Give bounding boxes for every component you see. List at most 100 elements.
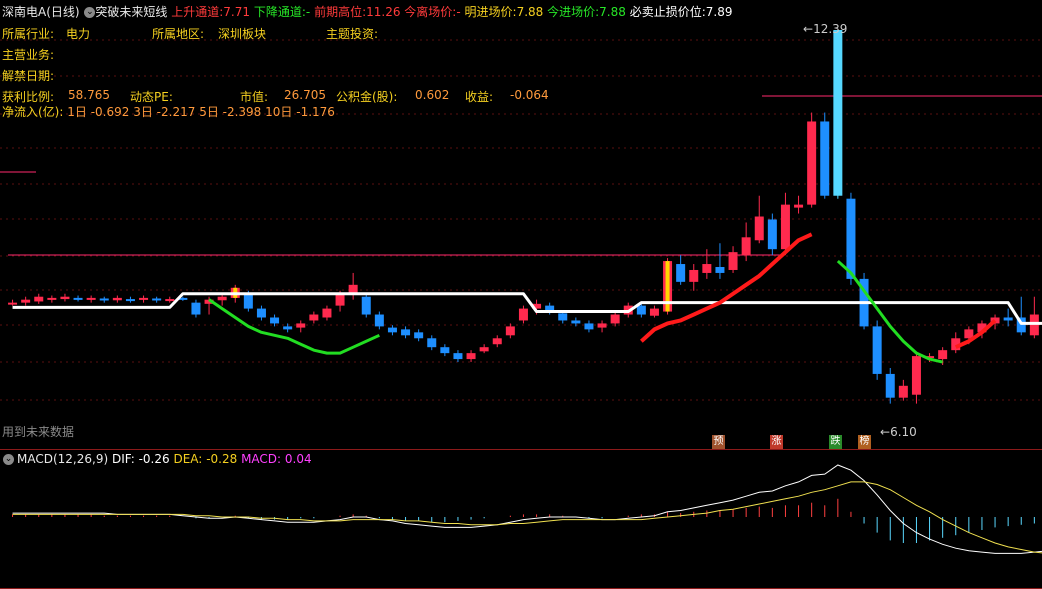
candle-body [99, 298, 109, 301]
candle-body [401, 329, 411, 336]
dea-line [12, 481, 1042, 554]
pane-divider [0, 449, 1042, 450]
industry-label: 所属行业: [2, 27, 55, 41]
candle-body [296, 323, 306, 328]
candle-body [387, 327, 397, 333]
candle-body [505, 326, 515, 336]
candle-body [8, 302, 18, 305]
indicator-lines [12, 232, 1042, 364]
macd-label: MACD: [241, 452, 282, 466]
candle-body [86, 297, 96, 300]
candle-body [21, 299, 31, 303]
stop-loss-value: 7.89 [705, 5, 733, 19]
macd-title[interactable]: MACD(12,26,9) [17, 452, 108, 466]
today-exit-label: 今离场价: [404, 5, 457, 19]
reserve-value: 0.602 [415, 88, 450, 102]
candle-body [309, 314, 319, 321]
dif-line [12, 464, 1042, 554]
candle-body [335, 293, 345, 306]
candle-body [217, 296, 227, 301]
candle-body [34, 296, 44, 302]
signal-rank: 榜 [858, 435, 871, 449]
candle-body [1003, 317, 1013, 321]
inflow-10d: 10日 -1.176 [265, 105, 335, 119]
info-row-inflow: 净流入(亿): 1日 -0.692 3日 -2.217 5日 -2.398 10… [2, 103, 335, 120]
up-channel-label: 上升通道: [171, 5, 224, 19]
candle-body [741, 237, 751, 256]
candle-body [715, 267, 725, 273]
candle-body [414, 332, 424, 339]
candle-body [374, 314, 384, 327]
candle-body [112, 297, 122, 301]
tomorrow-entry-value: 7.88 [516, 5, 544, 19]
dif-label: DIF: [111, 452, 135, 466]
macd-menu-icon[interactable]: ⌄ [3, 454, 14, 465]
mcap-value: 26.705 [284, 88, 326, 102]
candle-body [440, 347, 450, 354]
today-exit-value: - [456, 5, 461, 19]
candle-body [898, 385, 908, 398]
down-channel-line [836, 259, 943, 364]
candle-body [243, 293, 253, 309]
candle-body [636, 305, 646, 315]
candle-body [427, 338, 437, 348]
candle-body [794, 204, 804, 208]
candle-body [47, 297, 57, 300]
candle-body [767, 219, 777, 250]
candle-body [466, 353, 476, 360]
stop-loss-label: 必卖止损价位: [629, 5, 706, 19]
down-channel-label: 下降通道: [253, 5, 306, 19]
eps-value: -0.064 [510, 88, 549, 102]
eps-label: 收益: [465, 90, 494, 104]
profit-ratio-label: 获利比例: [2, 90, 55, 104]
candle-body [872, 326, 882, 374]
inflow-5d: 5日 -2.398 [199, 105, 262, 119]
signal-pre: 预 [712, 435, 725, 449]
candle-body [807, 121, 817, 205]
candle-body [152, 298, 162, 301]
today-entry-value: 7.88 [599, 5, 626, 19]
candle-body [571, 320, 581, 324]
candle-body [165, 299, 175, 302]
candle-body [885, 373, 895, 398]
dif-value: -0.26 [138, 452, 170, 466]
signal-rise: 涨 [770, 435, 783, 449]
candle-body [270, 317, 280, 324]
candle-body [256, 308, 266, 318]
indicator-name[interactable]: 突破未来短线 [95, 5, 167, 19]
candle-body [125, 299, 135, 302]
candle-body [191, 302, 201, 315]
prev-high-label: 前期高位: [314, 5, 367, 19]
dea-label: DEA: [173, 452, 203, 466]
macd-header: ⌄ MACD(12,26,9) DIF: -0.26 DEA: -0.28 MAC… [2, 452, 312, 466]
candle-body [597, 323, 607, 328]
header-bar: 深南电A(日线) ⌄ 突破未来短线 上升通道:7.71 下降通道:- 前期高位:1… [2, 3, 732, 20]
candle-body [322, 308, 332, 318]
dea-value: -0.28 [206, 452, 238, 466]
candle-body [610, 314, 620, 324]
info-row-industry: 所属行业: 电力 所属地区: 深圳板块 主题投资: [2, 25, 378, 42]
macd-value: 0.04 [284, 452, 312, 466]
high-price-label: ←12.39 [803, 22, 848, 36]
down-channel-line-early [208, 298, 380, 355]
today-entry-label: 今进场价: [547, 5, 600, 19]
candle-body [820, 121, 830, 196]
inflow-1d: 1日 -0.692 [67, 105, 130, 119]
candle-body [649, 308, 659, 316]
unlock-label: 解禁日期: [2, 69, 55, 83]
signal-fall: 跌 [829, 435, 842, 449]
candle-body [676, 264, 686, 282]
region-value: 深圳板块 [218, 27, 267, 41]
candle-body [73, 297, 83, 300]
candle-body [754, 216, 764, 241]
stock-name: 深南电A(日线) [2, 5, 80, 19]
candle-body [361, 296, 371, 315]
candle-body [453, 353, 463, 360]
candle-body [846, 198, 856, 279]
indicator-menu-icon[interactable]: ⌄ [84, 7, 96, 18]
candle-body [283, 326, 293, 330]
candle-body [728, 252, 738, 270]
industry-value: 电力 [66, 27, 91, 41]
candle-body [60, 296, 70, 300]
up-channel-value: 7.71 [223, 5, 251, 19]
